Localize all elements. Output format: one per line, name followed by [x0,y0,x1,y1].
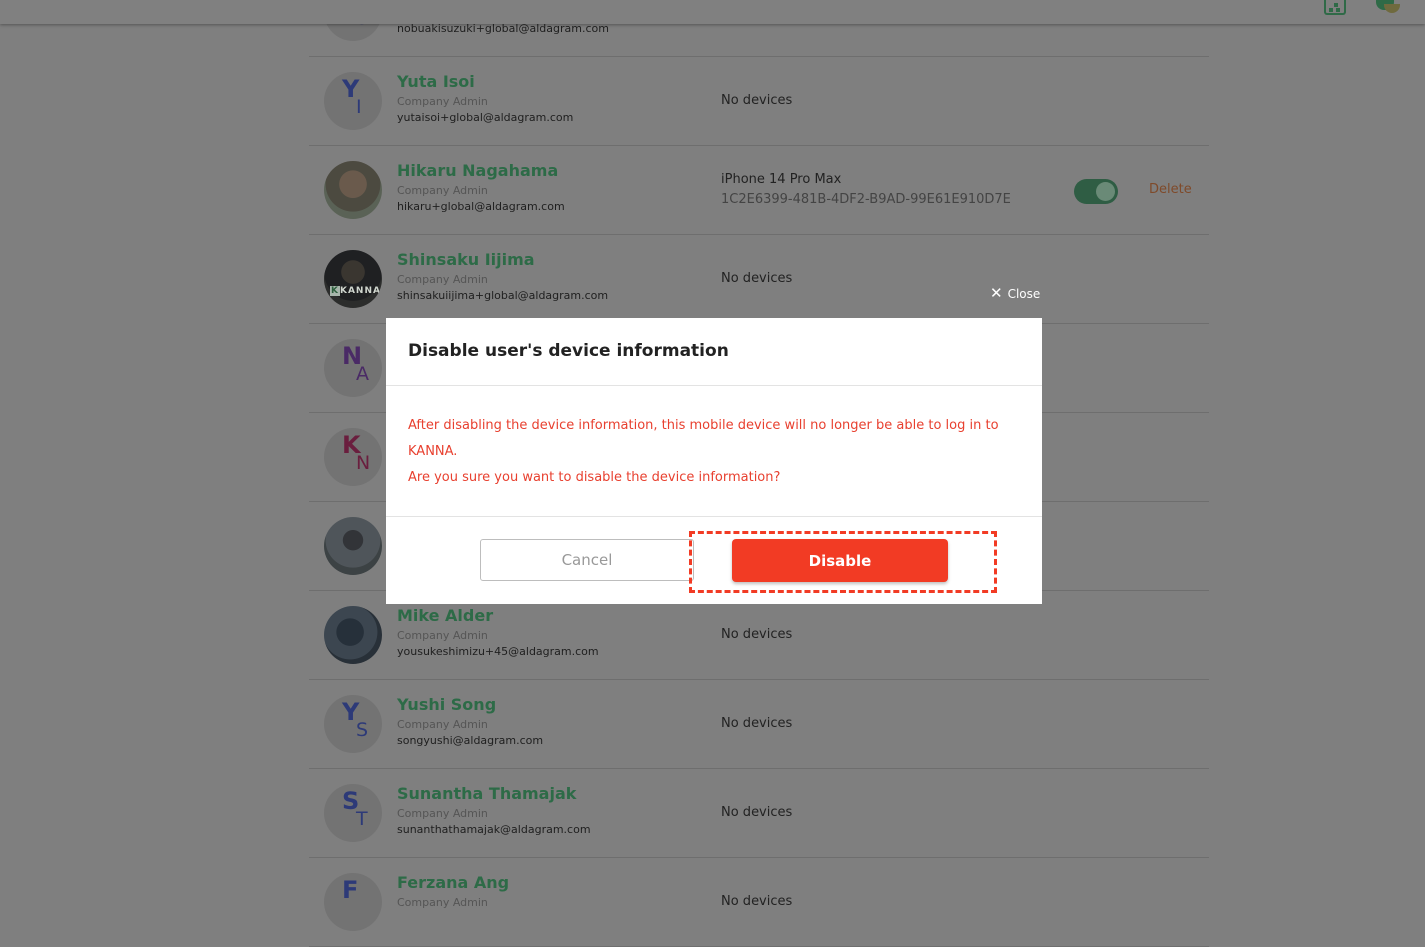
avatar [324,606,382,664]
user-row: Hikaru Nagahama Company Admin hikaru+globa… [309,146,1209,235]
divider [386,385,1042,386]
avatar-initial-first: F [342,876,359,904]
user-row: Y I Yuta Isoi Company Admin yutaisoi+global@… [309,57,1209,146]
close-icon: ✕ [990,284,1003,302]
user-role: Company Admin [397,718,488,731]
user-row: Y S Yushi Song Company Admin songyushi@aldag… [309,680,1209,769]
devices-status: No devices [721,271,793,286]
avatar: ST [324,784,382,842]
device-name: iPhone 14 Pro Max [721,172,842,187]
avatar [324,517,382,575]
user-email: sunanthathamajak@aldagram.com [397,823,591,836]
grid-app-icon[interactable] [1324,0,1346,15]
divider [386,516,1042,517]
avatar [324,161,382,219]
user-row: KKANNA Shinsaku Iijima Company Admin shinsa… [309,235,1209,324]
user-name[interactable]: Yuta Isoi [397,72,475,91]
user-role: Company Admin [397,629,488,642]
avatar: KN [324,428,382,486]
user-row: Mike Alder Company Admin yousukeshimizu+45… [309,591,1209,680]
user-email: yutaisoi+global@aldagram.com [397,111,574,124]
avatar: NA [324,339,382,397]
avatar-initial-last: N [356,452,371,474]
modal-close-button[interactable]: ✕ Close [990,286,1040,301]
delete-device-link[interactable]: Delete [1149,182,1192,197]
disable-button-highlight [689,531,997,593]
user-name[interactable]: Sunantha Thamajak [397,784,576,803]
user-email: hikaru+global@aldagram.com [397,200,565,213]
avatar: F [324,873,382,931]
devices-status: No devices [721,805,793,820]
top-bar [0,0,1425,24]
user-row: F Ferzana Ang Company Admin No devices [309,858,1209,947]
user-name[interactable]: Hikaru Nagahama [397,161,558,180]
avatar-initial-last: S [356,719,369,741]
user-role: Company Admin [397,807,488,820]
device-enabled-toggle[interactable] [1074,179,1118,204]
user-role: Company Admin [397,95,488,108]
user-email: yousukeshimizu+45@aldagram.com [397,645,599,658]
devices-status: No devices [721,716,793,731]
devices-status: No devices [721,894,793,909]
confirm-question: Are you sure you want to disable the dev… [408,470,781,485]
avatar: YS [324,695,382,753]
devices-status: No devices [721,93,793,108]
avatar-initial-last: A [356,363,369,385]
warning-message: After disabling the device information, … [408,418,999,459]
user-role: Company Admin [397,184,488,197]
user-row: S T Sunantha Thamajak Company Admin sunantha… [309,769,1209,858]
user-email: shinsakuiijima+global@aldagram.com [397,289,609,302]
user-name[interactable]: Yushi Song [397,695,496,714]
kanna-logo: KKANNA [330,286,381,296]
user-name[interactable]: Ferzana Ang [397,873,509,892]
close-label: Close [1007,286,1041,301]
dialog-title: Disable user's device information [408,341,729,361]
device-id: 1C2E6399-481B-4DF2-B9AD-99E61E910D7E [721,192,1011,207]
user-name[interactable]: Shinsaku Iijima [397,250,535,269]
avatar-initial-last: I [356,96,362,118]
avatar-initial-last: T [356,808,368,830]
user-role: Company Admin [397,896,488,909]
user-name[interactable]: Mike Alder [397,606,493,625]
dialog-message: After disabling the device information, … [408,413,1008,491]
devices-status: No devices [721,627,793,642]
user-email: songyushi@aldagram.com [397,734,544,747]
avatar: KKANNA [324,250,382,308]
user-role: Company Admin [397,273,488,286]
chat-icon[interactable] [1376,0,1400,14]
avatar: YI [324,72,382,130]
cancel-button[interactable]: Cancel [480,539,694,581]
